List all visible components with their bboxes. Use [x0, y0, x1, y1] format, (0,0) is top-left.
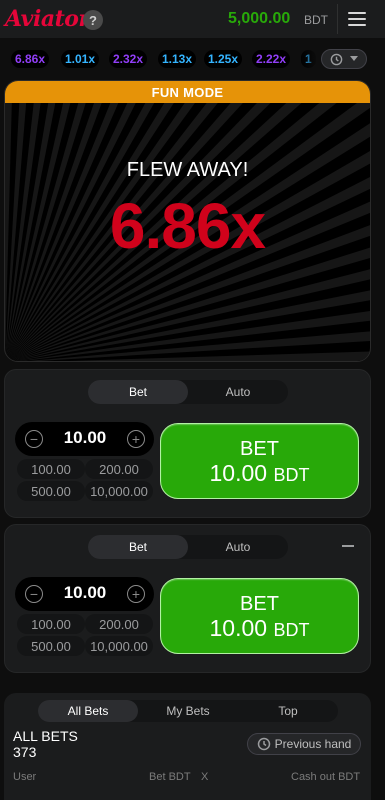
- column-header-bet: Bet BDT: [149, 771, 191, 783]
- history-toggle-button[interactable]: [321, 49, 367, 69]
- quick-amount-button[interactable]: 500.00: [17, 636, 85, 656]
- bet-button-amount: 10.00: [209, 460, 268, 486]
- header-divider: [337, 4, 338, 34]
- bet-panel-2: Bet Auto − 10.00 + 100.00 200.00 500.00 …: [4, 524, 371, 673]
- bet-button-label: BET: [240, 593, 279, 615]
- aviator-app: Aviator ? 5,000.00 BDT 6.86x 1.01x 2.32x…: [0, 0, 385, 800]
- bet-amount-stepper: − 10.00 +: [15, 577, 154, 611]
- hamburger-menu-icon[interactable]: [348, 12, 366, 26]
- bet-button-amount: 10.00: [209, 615, 268, 641]
- multiplier-badge: 1.01x: [61, 50, 100, 68]
- history-clock-icon: [330, 53, 342, 65]
- bet-amount-value[interactable]: 10.00: [45, 428, 125, 448]
- multiplier-badge: 1.13x: [158, 50, 197, 68]
- history-fade: [300, 42, 320, 76]
- column-header-user: User: [13, 771, 37, 783]
- help-icon[interactable]: ?: [83, 10, 103, 30]
- remove-panel-icon[interactable]: [342, 545, 354, 547]
- column-header-cashout: Cash out BDT: [291, 771, 361, 783]
- quick-amount-button[interactable]: 500.00: [17, 481, 85, 501]
- bet-button[interactable]: BET 10.00 BDT: [160, 578, 359, 654]
- bet-button-amount-line: 10.00 BDT: [161, 460, 358, 487]
- quick-amount-button[interactable]: 200.00: [85, 459, 153, 479]
- bet-button-label: BET: [240, 438, 279, 460]
- tab-auto[interactable]: Auto: [188, 380, 288, 404]
- tab-bet[interactable]: Bet: [88, 535, 188, 559]
- bet-button-currency: BDT: [273, 465, 310, 485]
- minus-icon[interactable]: −: [25, 585, 43, 603]
- crash-multiplier: 6.86x: [109, 190, 266, 262]
- tab-auto[interactable]: Auto: [188, 535, 288, 559]
- all-bets-title: ALL BETS: [13, 728, 78, 744]
- column-header-x: X: [201, 771, 209, 783]
- multiplier-badge: 2.22x: [252, 50, 291, 68]
- bet-button[interactable]: BET 10.00 BDT: [160, 423, 359, 499]
- game-canvas: FUN MODE FLEW AWAY! 6.86x: [4, 80, 371, 362]
- tab-my-bets[interactable]: My Bets: [138, 700, 238, 722]
- top-bar: Aviator ? 5,000.00 BDT: [0, 0, 385, 38]
- quick-amount-button[interactable]: 100.00: [17, 459, 85, 479]
- bet-button-amount-line: 10.00 BDT: [161, 615, 358, 642]
- tab-all-bets[interactable]: All Bets: [38, 700, 138, 722]
- history-clock-icon: [257, 737, 270, 751]
- quick-amount-button[interactable]: 10,000.00: [85, 481, 153, 501]
- bet-button-currency: BDT: [273, 620, 310, 640]
- quick-amount-button[interactable]: 100.00: [17, 614, 85, 634]
- balance-amount: 5,000.00: [228, 10, 291, 27]
- minus-icon[interactable]: −: [25, 430, 43, 448]
- balance-currency: BDT: [304, 13, 328, 27]
- bet-amount-value[interactable]: 10.00: [45, 583, 125, 603]
- tab-top[interactable]: Top: [238, 700, 338, 722]
- plus-icon[interactable]: +: [127, 585, 145, 603]
- multiplier-badge: 6.86x: [11, 50, 50, 68]
- bets-section: All Bets My Bets Top ALL BETS 373 Previo…: [4, 693, 371, 800]
- fun-mode-banner: FUN MODE: [5, 81, 370, 103]
- multiplier-badge: 2.32x: [109, 50, 148, 68]
- previous-hand-label: Previous hand: [274, 737, 352, 751]
- previous-hand-button[interactable]: Previous hand: [247, 733, 361, 755]
- plus-icon[interactable]: +: [127, 430, 145, 448]
- quick-amount-button[interactable]: 10,000.00: [85, 636, 153, 656]
- tab-bet[interactable]: Bet: [88, 380, 188, 404]
- bet-panel-1: Bet Auto − 10.00 + 100.00 200.00 500.00 …: [4, 369, 371, 518]
- bet-mode-tabs: Bet Auto: [88, 535, 288, 559]
- chevron-down-icon: [349, 56, 358, 61]
- quick-amount-button[interactable]: 200.00: [85, 614, 153, 634]
- aviator-logo: Aviator: [5, 6, 90, 32]
- bet-mode-tabs: Bet Auto: [88, 380, 288, 404]
- bet-amount-stepper: − 10.00 +: [15, 422, 154, 456]
- round-status: FLEW AWAY!: [126, 159, 249, 181]
- all-bets-count: 373: [13, 744, 37, 760]
- bets-tabs: All Bets My Bets Top: [38, 700, 338, 722]
- multiplier-badge: 1.25x: [204, 50, 243, 68]
